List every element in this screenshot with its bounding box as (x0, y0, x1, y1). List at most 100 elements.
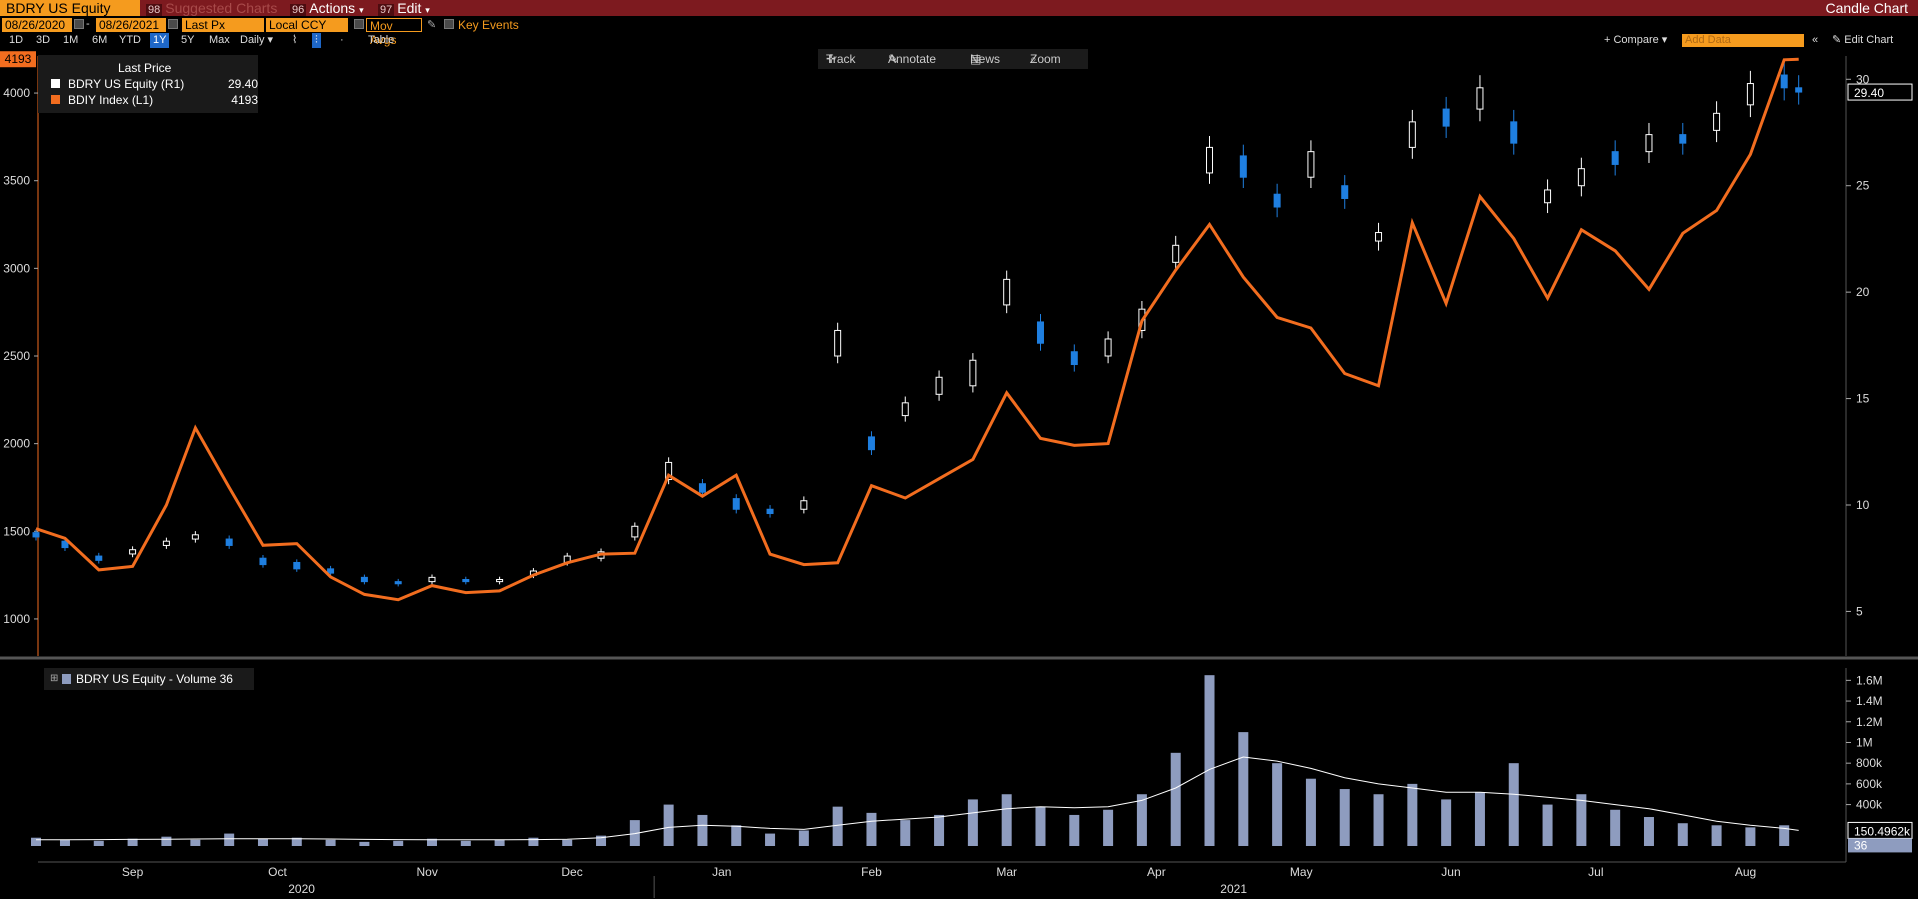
legend-swatch (51, 79, 60, 88)
x-axis-month-label: Oct (268, 865, 287, 879)
candle-body (1476, 87, 1484, 110)
period-1y[interactable]: 1Y (150, 33, 170, 48)
start-date-field[interactable]: 08/26/2020 (2, 18, 72, 32)
volume-bar (325, 839, 336, 846)
collapse-icon[interactable]: « (1812, 33, 1818, 48)
suggested-charts-menu[interactable]: 98 Suggested Charts (146, 0, 277, 16)
edit-chart-label: Edit Chart (1844, 34, 1894, 46)
volume-bar (1238, 732, 1249, 846)
candle-body (1172, 244, 1180, 263)
period-max[interactable]: Max (209, 33, 230, 48)
x-axis-month-label: Feb (861, 865, 882, 879)
mov-avgs-button[interactable]: Mov Avgs (366, 18, 422, 47)
chart-area[interactable]: 1000 1500 2000 2500 3000 3500 4000 5 10 15 20 25 30… (0, 48, 1918, 899)
vol-last-tag: 36 (1854, 838, 1868, 852)
frequency-select[interactable]: Daily ▾ (240, 33, 273, 48)
add-data-input[interactable]: Add Data (1682, 34, 1804, 47)
legend-item-name: BDIY Index (L1) (68, 93, 154, 107)
right-axis-tick-label: 15 (1856, 392, 1870, 406)
volume-ma-line (36, 756, 1799, 841)
volume-bar (93, 840, 104, 846)
chart-type-title: Candle Chart (1825, 0, 1909, 16)
candle-chart-icon[interactable]: ⫶ (312, 33, 321, 48)
period-ytd[interactable]: YTD (119, 33, 141, 48)
bdry-candles (32, 62, 1803, 587)
volume-legend[interactable]: ⊞ BDRY US Equity - Volume 36 (44, 668, 254, 690)
price-field-select[interactable]: Last Px (182, 18, 264, 32)
volume-bar (1711, 825, 1722, 846)
candle-body (834, 329, 842, 357)
legend-item-bdry[interactable]: BDRY US Equity (R1) 29.40 (51, 77, 258, 91)
volume-bar (1441, 799, 1452, 846)
candle-body (1679, 134, 1687, 144)
volume-bar (1305, 778, 1316, 846)
candle-body (496, 579, 504, 583)
volume-bar (1035, 806, 1046, 846)
right-axis: 51015202530 (1846, 72, 1870, 618)
period-3d[interactable]: 3D (36, 33, 50, 48)
period-1d[interactable]: 1D (9, 33, 23, 48)
calendar-icon[interactable] (74, 19, 84, 29)
left-axis-tick-label: 3000 (3, 261, 30, 275)
period-5y[interactable]: 5Y (181, 33, 194, 48)
volume-bar (460, 840, 471, 846)
candle-body (1206, 146, 1214, 174)
left-last-tag: 4193 (5, 52, 32, 66)
more-dot-icon[interactable]: · (340, 33, 344, 48)
volume-bar (393, 840, 404, 846)
mov-avgs-checkbox[interactable] (354, 19, 364, 29)
right-axis-tick-label: 5 (1856, 604, 1863, 618)
volume-bar (224, 833, 235, 846)
x-axis-year-label: 2021 (1220, 882, 1247, 896)
key-events-checkbox[interactable] (444, 19, 454, 29)
volume-bar (1474, 792, 1485, 846)
pencil-icon[interactable]: ✎ (427, 18, 436, 31)
volume-bar (1576, 794, 1587, 846)
compare-button[interactable]: + Compare ▾ (1604, 33, 1667, 48)
line-chart-icon[interactable]: ⌇ (292, 33, 297, 48)
legend-swatch (62, 674, 71, 684)
vol-ma-tag: 150.4962k (1854, 824, 1911, 838)
volume-bar (1677, 823, 1688, 846)
key-events-label[interactable]: Key Events (458, 18, 519, 32)
x-axis-month-label: Sep (122, 865, 144, 879)
candle-body (327, 568, 335, 574)
candle-body (1510, 121, 1518, 144)
volume-legend-label: BDRY US Equity - Volume 36 (76, 672, 233, 686)
currency-select[interactable]: Local CCY (266, 18, 348, 32)
ticker-field[interactable]: BDRY US Equity (0, 0, 140, 16)
edit-label: Edit (397, 0, 422, 16)
volume-bar (1170, 752, 1181, 846)
volume-bar (190, 839, 201, 846)
period-6m[interactable]: 6M (92, 33, 107, 48)
edit-chart-button[interactable]: ✎ Edit Chart (1832, 33, 1893, 48)
candle-body (462, 579, 470, 583)
end-date-field[interactable]: 08/26/2021 (96, 18, 166, 32)
left-axis-tick-label: 3500 (3, 174, 30, 188)
period-1m[interactable]: 1M (63, 33, 78, 48)
candle-body (1341, 185, 1349, 199)
left-axis-tick-label: 1000 (3, 612, 30, 626)
volume-bar (1136, 794, 1147, 846)
x-axis-month-label: Apr (1147, 865, 1166, 879)
expand-icon[interactable]: ⊞ (50, 668, 58, 690)
calendar-icon[interactable] (168, 19, 178, 29)
volume-bar (934, 814, 945, 846)
parameters-row: 08/26/2020 - 08/26/2021 Last Px Local CC… (0, 17, 1918, 47)
volume-bar (494, 839, 505, 846)
edit-menu[interactable]: 97 Edit ▾ (378, 0, 430, 16)
volume-bar (257, 838, 268, 846)
actions-menu[interactable]: 96 Actions ▾ (290, 0, 364, 16)
x-axis-month-label: May (1290, 865, 1313, 879)
legend-item-name: BDRY US Equity (R1) (68, 77, 185, 91)
candle-body (1442, 108, 1450, 127)
left-axis: 1000 1500 2000 2500 3000 3500 4000 (3, 86, 38, 626)
right-axis-tick-label: 25 (1856, 179, 1870, 193)
volume-bar (1373, 794, 1384, 846)
bdiy-line (35, 57, 1799, 602)
volume-axis-tick-label: 600k (1856, 777, 1883, 791)
legend-item-bdiy[interactable]: BDIY Index (L1) 4193 (51, 93, 258, 107)
volume-bar (1339, 789, 1350, 846)
candle-body (95, 555, 103, 561)
table-button[interactable]: Table (368, 33, 394, 48)
